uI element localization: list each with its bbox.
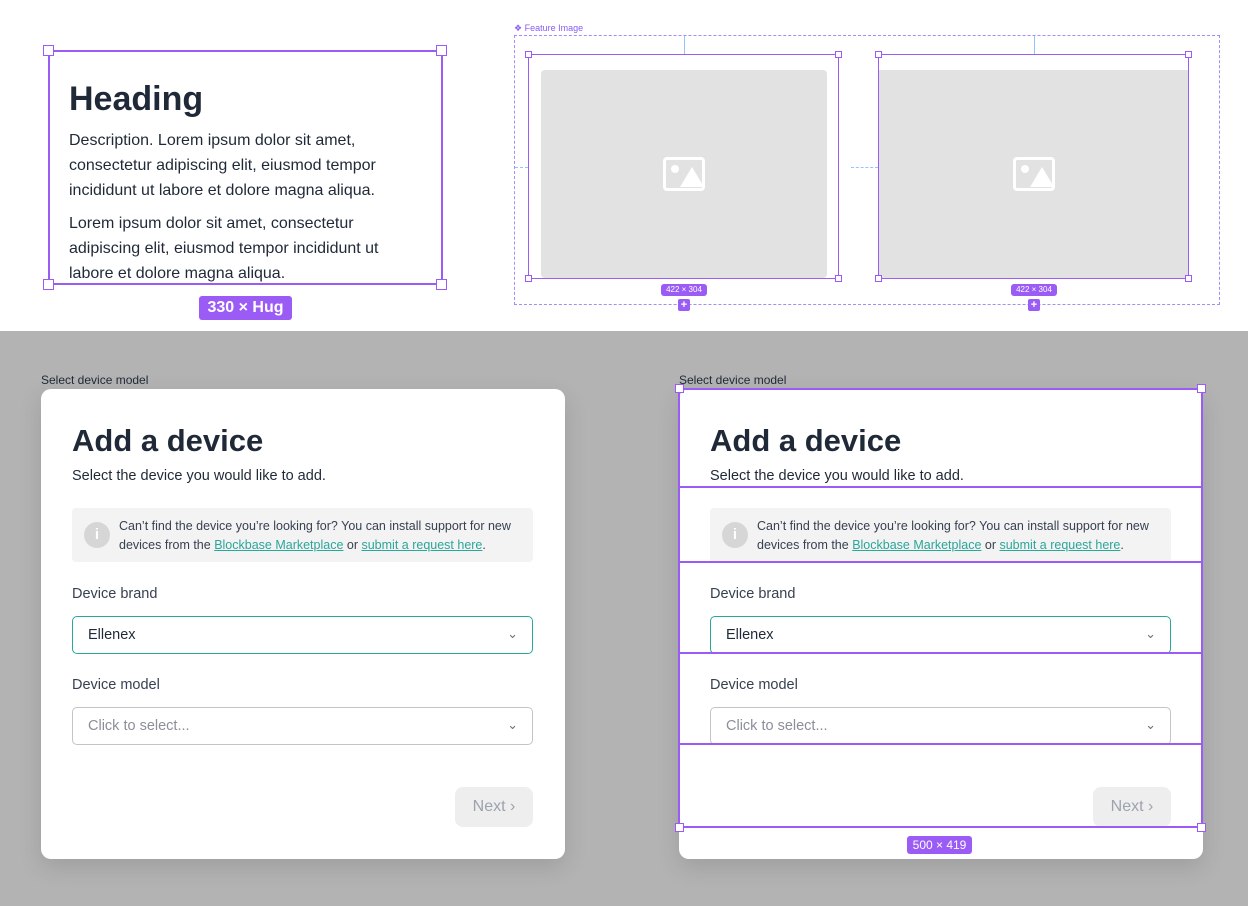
spacing-guide <box>1034 36 1035 54</box>
dialog-selection[interactable] <box>678 388 1203 828</box>
resize-handle-tr[interactable] <box>436 45 447 56</box>
image-icon <box>1013 157 1055 191</box>
resize-handle[interactable] <box>525 51 532 58</box>
resize-handle[interactable] <box>675 823 684 832</box>
spacing-guide <box>684 36 685 54</box>
add-icon[interactable]: + <box>678 299 690 311</box>
add-icon[interactable]: + <box>1028 299 1040 311</box>
feature-image-label[interactable]: ❖ Feature Image <box>514 23 583 34</box>
device-brand-select[interactable]: Ellenex ⌄ <box>72 616 533 654</box>
device-brand-label: Device brand <box>72 586 158 602</box>
info-banner: i Can’t find the device you’re looking f… <box>72 508 533 562</box>
resize-handle[interactable] <box>835 51 842 58</box>
resize-handle[interactable] <box>525 275 532 282</box>
device-brand-value: Ellenex <box>88 627 136 643</box>
resize-handle-tl[interactable] <box>43 45 54 56</box>
device-model-label: Device model <box>72 677 160 693</box>
section-divider <box>679 561 1202 563</box>
device-model-placeholder: Click to select... <box>88 718 190 734</box>
resize-handle[interactable] <box>875 51 882 58</box>
text-block-heading: Heading <box>69 80 204 118</box>
dialog-title: Add a device <box>72 423 264 458</box>
info-text: Can’t find the device you’re looking for… <box>119 519 511 552</box>
resize-handle[interactable] <box>835 275 842 282</box>
frame-label[interactable]: Select device model <box>41 373 148 387</box>
frame-label[interactable]: Select device model <box>679 373 786 387</box>
resize-handle[interactable] <box>1185 51 1192 58</box>
size-badge: 422 × 304 <box>1011 284 1057 296</box>
image-icon <box>663 157 705 191</box>
section-divider <box>679 486 1202 488</box>
info-icon: i <box>84 522 110 548</box>
chevron-down-icon: ⌄ <box>507 626 518 641</box>
device-model-select[interactable]: Click to select... ⌄ <box>72 707 533 745</box>
resize-handle-br[interactable] <box>436 279 447 290</box>
request-link[interactable]: submit a request here <box>361 538 482 552</box>
spacing-guide <box>515 167 528 168</box>
resize-handle[interactable] <box>1185 275 1192 282</box>
section-divider <box>679 652 1202 654</box>
size-badge: 422 × 304 <box>661 284 707 296</box>
resize-handle[interactable] <box>1197 384 1206 393</box>
resize-handle[interactable] <box>875 275 882 282</box>
text-block-description: Description. Lorem ipsum dolor sit amet,… <box>69 132 376 199</box>
chevron-down-icon: ⌄ <box>507 717 518 732</box>
marketplace-link[interactable]: Blockbase Marketplace <box>214 538 343 552</box>
next-button[interactable]: Next › <box>455 787 533 827</box>
size-badge: 330 × Hug <box>199 296 292 320</box>
resize-handle[interactable] <box>1197 823 1206 832</box>
section-divider <box>679 743 1202 745</box>
resize-handle[interactable] <box>675 384 684 393</box>
add-device-dialog: Add a device Select the device you would… <box>41 389 565 859</box>
text-block-paragraph: Lorem ipsum dolor sit amet, consectetur … <box>69 215 379 282</box>
resize-handle-bl[interactable] <box>43 279 54 290</box>
dialog-subtitle: Select the device you would like to add. <box>72 468 326 484</box>
spacing-guide <box>851 167 878 168</box>
size-badge: 500 × 419 <box>907 836 972 854</box>
